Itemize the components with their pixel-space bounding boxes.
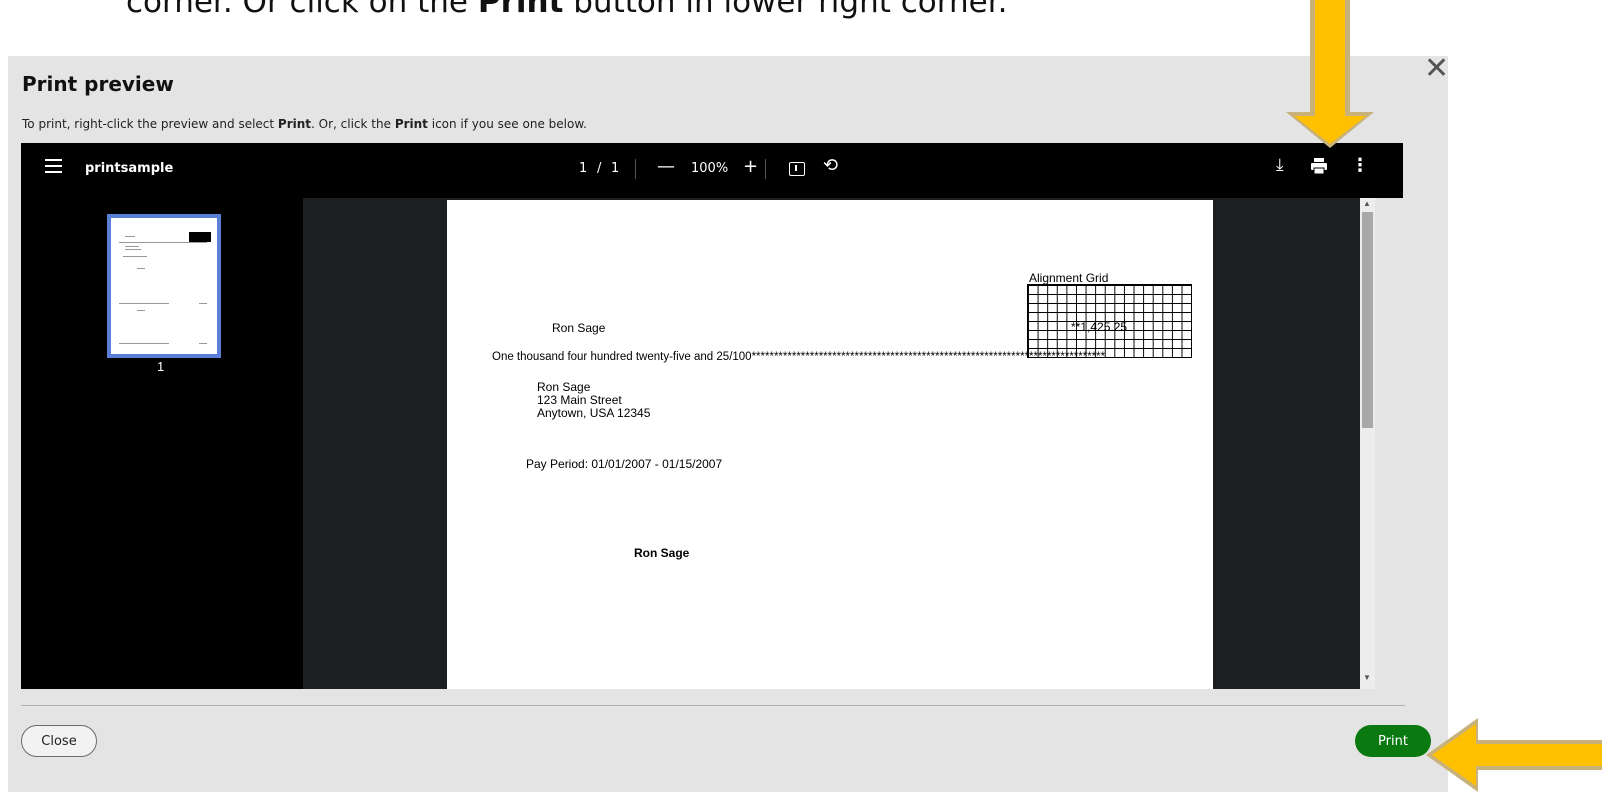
instructions-text: icon if you see one below. (427, 117, 587, 131)
caption-text-end: button in lower right corner. (563, 0, 1008, 20)
check-amount: **1,425.25 (1071, 320, 1128, 334)
document-title: printsample (85, 161, 174, 176)
instructions-bold: Print (394, 117, 428, 131)
dialog-title: Print preview (22, 72, 174, 96)
document-page: Alignment Grid Ron Sage **1,425.25 One t… (447, 200, 1213, 689)
signature-name: Ron Sage (634, 546, 690, 560)
page-number-input[interactable]: 1 (579, 161, 587, 176)
payee-name: Ron Sage (552, 321, 606, 335)
caption-text-bold: Print (477, 0, 564, 20)
thumbnail-line (125, 249, 141, 250)
fit-page-icon[interactable] (789, 162, 805, 176)
instructions-bold: Print (277, 117, 312, 131)
scroll-down-arrow-icon[interactable]: ▼ (1363, 673, 1371, 682)
alignment-grid-label: Alignment Grid (1029, 271, 1109, 285)
toolbar-divider (635, 159, 636, 179)
pdf-viewer: printsample 1 / 1 — 100% + ⟲ ⤓ ⋮ 1 Align… (21, 143, 1403, 689)
thumbnail-sidebar: 1 (21, 198, 303, 689)
scrollbar-thumb[interactable] (1362, 212, 1373, 428)
zoom-in-button[interactable]: + (743, 156, 758, 177)
address-city: Anytown, USA 12345 (537, 406, 651, 420)
thumbnail-line (199, 303, 207, 304)
print-icon[interactable] (1309, 156, 1331, 178)
close-button[interactable]: Close (21, 725, 97, 757)
payee-address: Ron Sage 123 Main Street Anytown, USA 12… (537, 381, 650, 420)
thumbnail-mark (189, 232, 211, 242)
footer-divider (21, 705, 1405, 706)
rotate-icon[interactable]: ⟲ (823, 155, 838, 176)
thumbnail-page-number: 1 (157, 359, 165, 374)
page-thumbnail[interactable] (107, 214, 221, 358)
pay-period: Pay Period: 01/01/2007 - 01/15/2007 (526, 457, 723, 471)
caption-text-start: corner. Or click on the (126, 0, 478, 20)
more-options-icon[interactable]: ⋮ (1351, 155, 1369, 176)
left-arrow-annotation-icon (1426, 718, 1602, 792)
download-icon[interactable]: ⤓ (1276, 155, 1284, 175)
thumbnail-line (119, 343, 169, 344)
down-arrow-annotation-icon (1286, 0, 1374, 148)
dialog-instructions: To print, right-click the preview and se… (22, 117, 587, 131)
scroll-up-arrow-icon[interactable]: ▲ (1363, 199, 1371, 208)
thumbnail-line (119, 242, 207, 243)
tutorial-caption: corner. Or click on the Print button in … (126, 0, 1007, 20)
thumbnail-line (137, 310, 145, 311)
thumbnail-line (125, 236, 135, 237)
menu-icon[interactable] (45, 159, 62, 173)
amount-in-words: One thousand four hundred twenty-five an… (492, 351, 1106, 363)
thumbnail-line (125, 246, 139, 247)
instructions-text: To print, right-click the preview and se… (22, 117, 278, 131)
toolbar-divider (765, 159, 766, 179)
thumbnail-line (119, 303, 169, 304)
zoom-out-button[interactable]: — (657, 156, 675, 177)
instructions-text: . Or, click the (311, 117, 395, 131)
thumbnail-line (123, 256, 147, 257)
page-separator: / (597, 161, 602, 176)
thumbnail-line (137, 268, 145, 269)
viewer-edge (1375, 198, 1403, 689)
vertical-scrollbar[interactable]: ▲ ▼ (1360, 198, 1375, 689)
close-icon[interactable]: ✕ (1424, 54, 1449, 84)
print-button[interactable]: Print (1355, 725, 1431, 757)
thumbnail-line (199, 343, 207, 344)
pdf-toolbar: printsample 1 / 1 — 100% + ⟲ ⤓ ⋮ (21, 143, 1403, 198)
print-preview-dialog: Print preview ✕ To print, right-click th… (8, 54, 1449, 792)
zoom-level-input[interactable]: 100% (691, 161, 728, 176)
page-total: 1 (611, 161, 620, 176)
